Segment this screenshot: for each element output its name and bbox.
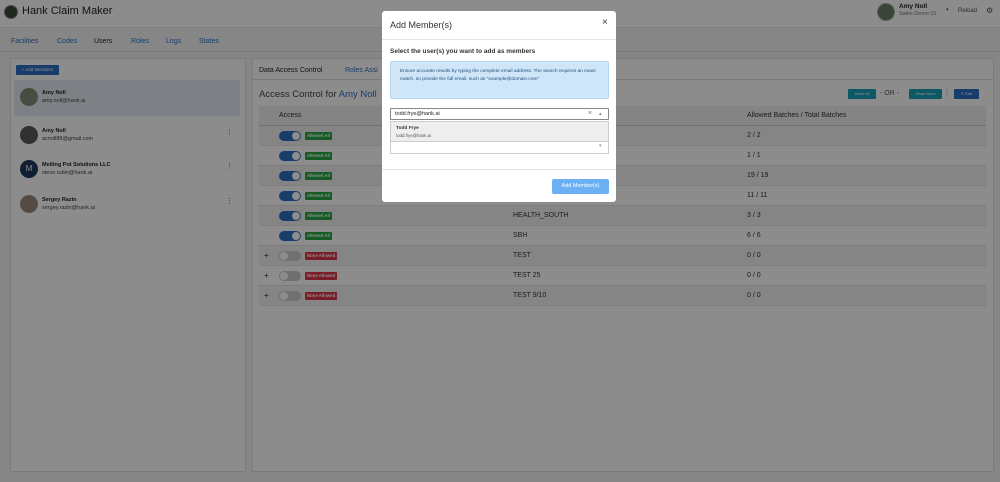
member-select[interactable]: ▾	[390, 142, 609, 154]
chevron-up-icon[interactable]: ▴	[599, 111, 602, 117]
chevron-down-icon[interactable]: ▾	[599, 143, 602, 149]
info-alert: Ensure accurate results by typing the co…	[390, 61, 609, 99]
option-email: todd.frye@hank.ai	[396, 133, 431, 138]
modal-divider	[382, 39, 616, 40]
modal-label: Select the user(s) you want to add as me…	[390, 48, 536, 55]
option-name: Todd Frye	[396, 126, 419, 131]
add-members-submit-button[interactable]: Add Member(s)	[552, 179, 609, 194]
modal-title: Add Member(s)	[390, 20, 453, 30]
user-search-input[interactable]: todd.frye@hank.ai × ▴	[390, 108, 609, 120]
add-members-modal: Add Member(s) × Select the user(s) you w…	[382, 11, 616, 202]
search-value: todd.frye@hank.ai	[395, 111, 440, 117]
modal-divider	[382, 169, 616, 170]
dropdown-option[interactable]: Todd Frye todd.frye@hank.ai	[390, 121, 609, 142]
clear-icon[interactable]: ×	[588, 110, 592, 117]
close-icon[interactable]: ×	[602, 17, 608, 28]
info-text: Ensure accurate results by typing the co…	[400, 69, 596, 82]
